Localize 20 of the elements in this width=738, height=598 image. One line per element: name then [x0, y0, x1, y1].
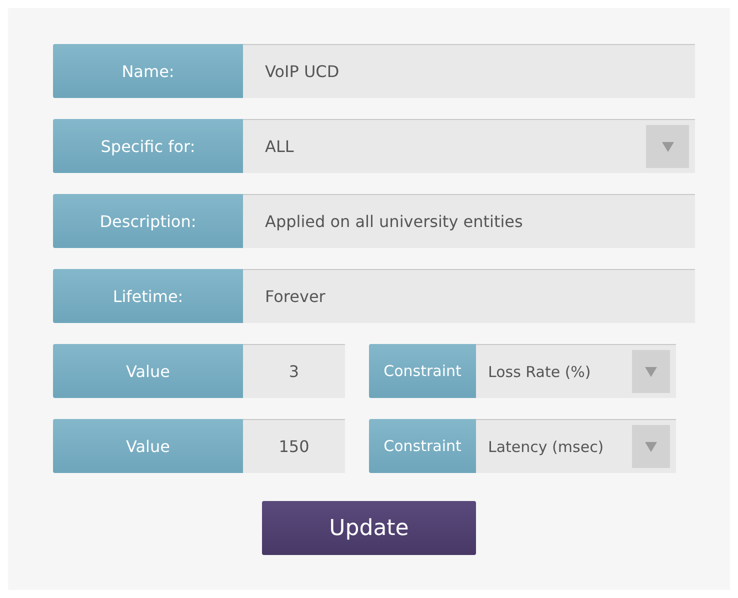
input-field[interactable]: 3 [243, 344, 345, 398]
input-field[interactable]: 150 [243, 419, 345, 473]
input-field[interactable]: Forever [243, 269, 695, 323]
caret-icon [632, 425, 670, 468]
field-label: Constraint [369, 344, 476, 398]
field-label: Value [53, 419, 243, 473]
field-label: Lifetime: [53, 269, 243, 323]
dropdown[interactable]: ALL [243, 119, 695, 173]
update-button[interactable]: Update [262, 501, 476, 555]
field-label: Description: [53, 194, 243, 248]
field-label: Value [53, 344, 243, 398]
input-field[interactable]: Applied on all university entities [243, 194, 695, 248]
field-label: Name: [53, 44, 243, 98]
dropdown[interactable]: Latency (msec) [476, 419, 676, 473]
field-label: Constraint [369, 419, 476, 473]
caret-icon [632, 350, 670, 393]
dropdown[interactable]: Loss Rate (%) [476, 344, 676, 398]
field-label: Specific for: [53, 119, 243, 173]
caret-icon [646, 125, 689, 168]
input-field[interactable]: VoIP UCD [243, 44, 695, 98]
